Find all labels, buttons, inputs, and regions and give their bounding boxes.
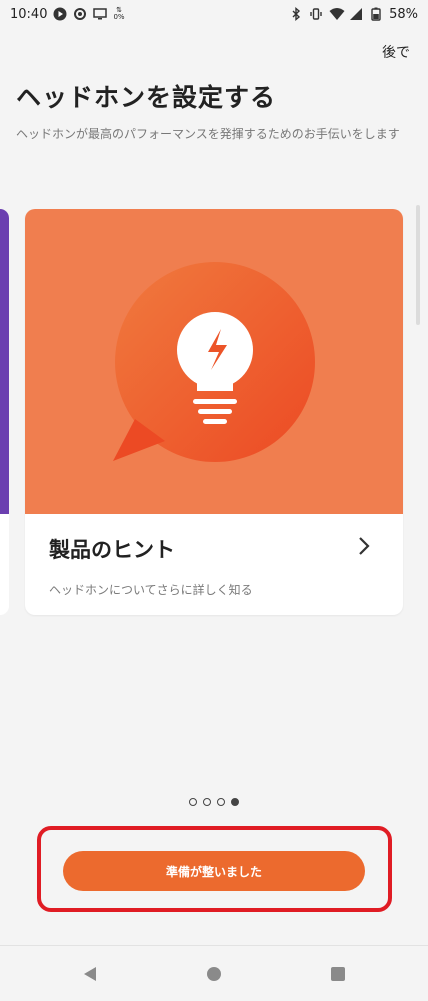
ready-button[interactable]: 準備が整いました (63, 851, 365, 891)
system-nav-bar (0, 945, 428, 1001)
page-dot-1[interactable] (189, 798, 197, 806)
card-title: 製品のヒント (49, 538, 175, 562)
sync-icon (73, 7, 87, 21)
scrollbar[interactable] (416, 205, 420, 325)
card-subtitle: ヘッドホンについてさらに詳しく知る (49, 583, 253, 597)
page-subtitle: ヘッドホンが最高のパフォーマンスを発揮するためのお手伝いをします (16, 127, 400, 141)
signal-icon (349, 7, 363, 21)
status-time: 10:40 (10, 6, 48, 22)
recents-icon[interactable] (331, 967, 345, 981)
data-rate-label: 0% (113, 13, 125, 21)
back-icon[interactable] (82, 966, 98, 982)
chevron-right-icon[interactable] (353, 535, 375, 557)
play-icon (53, 7, 67, 21)
page-title: ヘッドホンを設定する (16, 83, 277, 112)
page-dot-2[interactable] (203, 798, 211, 806)
page-dot-4-active[interactable] (231, 798, 239, 806)
card-hero (25, 209, 403, 514)
vibrate-icon (309, 7, 323, 21)
later-button[interactable]: 後で (382, 42, 410, 62)
wifi-icon (329, 7, 345, 21)
page-indicator (0, 798, 428, 806)
status-left: 10:40 ⇅ 0% (10, 7, 125, 22)
status-right: 58% (289, 7, 418, 22)
battery-level: 58% (389, 6, 418, 22)
data-rate-indicator: ⇅ 0% (113, 7, 124, 21)
battery-icon (369, 7, 383, 21)
product-tips-card[interactable]: 製品のヒント ヘッドホンについてさらに詳しく知る (25, 209, 403, 615)
status-bar: 10:40 ⇅ 0% 58% (0, 0, 428, 28)
home-icon[interactable] (207, 967, 221, 981)
previous-card-hero (0, 209, 9, 514)
page-dot-3[interactable] (217, 798, 225, 806)
monitor-icon (93, 7, 108, 21)
previous-card-peek[interactable] (0, 209, 9, 615)
bluetooth-icon (289, 7, 303, 21)
lightbulb-speech-bubble-icon (113, 262, 315, 462)
